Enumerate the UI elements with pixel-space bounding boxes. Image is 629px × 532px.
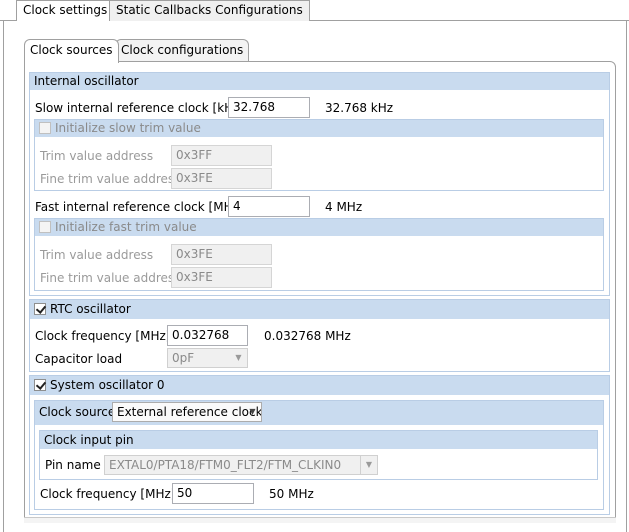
tab-clock-settings[interactable]: Clock settings (16, 0, 115, 22)
fast-fine-trim-address-label: Fine trim value address (40, 271, 181, 285)
horizontal-scroll-edge (24, 517, 616, 523)
system-oscillator-checkbox[interactable] (34, 379, 46, 391)
clock-source-select[interactable]: External reference clock ▼ (112, 402, 262, 422)
system-oscillator-header: System oscillator 0 (30, 376, 609, 395)
rtc-freq-label: Clock frequency [MHz] (35, 329, 171, 343)
pin-name-label: Pin name (45, 458, 101, 472)
sys-freq-readout: 50 MHz (269, 487, 314, 501)
rtc-oscillator-title: RTC oscillator (50, 302, 131, 316)
slow-irc-label: Slow internal reference clock [kHz] (35, 101, 245, 115)
sys-freq-input[interactable]: 50 (172, 483, 254, 504)
capacitor-load-label: Capacitor load (35, 352, 123, 366)
rtc-freq-input[interactable]: 0.032768 (167, 325, 248, 346)
pin-name-value: EXTAL0/PTA18/FTM0_FLT2/FTM_CLKIN0 (109, 458, 342, 472)
tab-static-callbacks[interactable]: Static Callbacks Configurations (109, 0, 310, 21)
slow-irc-readout: 32.768 kHz (325, 101, 394, 115)
slow-fine-trim-address-label: Fine trim value address (40, 172, 181, 186)
capacitor-load-select[interactable]: 0pF ▼ (167, 348, 248, 368)
sys-freq-label: Clock frequency [MHz] (40, 487, 176, 501)
tab-clock-sources[interactable]: Clock sources (24, 39, 119, 63)
slow-trim-address-input[interactable]: 0x3FF (171, 145, 272, 166)
rtc-freq-readout: 0.032768 MHz (264, 329, 351, 343)
slow-trim-checkbox-label: Initialize slow trim value (55, 121, 201, 135)
slow-fine-trim-address-input[interactable]: 0x3FE (171, 168, 272, 189)
pin-name-select[interactable]: EXTAL0/PTA18/FTM0_FLT2/FTM_CLKIN0 ▼ (104, 455, 378, 475)
fast-irc-readout: 4 MHz (325, 200, 363, 214)
fast-trim-header: Initialize fast trim value (35, 219, 603, 236)
fast-fine-trim-address-input[interactable]: 0x3FE (171, 267, 272, 288)
system-oscillator-title: System oscillator 0 (50, 378, 165, 392)
clock-source-value: External reference clock (117, 405, 262, 419)
clock-input-pin-header: Clock input pin (40, 431, 597, 449)
capacitor-load-value: 0pF (172, 351, 195, 365)
rtc-oscillator-checkbox[interactable] (34, 303, 46, 315)
slow-irc-input[interactable]: 32.768 (228, 97, 310, 118)
fast-trim-checkbox-label: Initialize fast trim value (55, 220, 197, 234)
internal-oscillator-header: Internal oscillator (30, 73, 609, 90)
fast-trim-address-label: Trim value address (40, 248, 154, 262)
slow-trim-address-label: Trim value address (40, 149, 154, 163)
fast-trim-address-input[interactable]: 0x3FE (171, 244, 272, 265)
tab-clock-configurations[interactable]: Clock configurations (115, 39, 250, 61)
slow-trim-checkbox[interactable] (39, 122, 51, 134)
chevron-down-icon: ▼ (360, 456, 377, 474)
slow-trim-header: Initialize slow trim value (35, 120, 603, 137)
fast-irc-input[interactable]: 4 (228, 196, 310, 217)
clock-source-label: Clock source (39, 405, 116, 419)
fast-trim-checkbox[interactable] (39, 221, 51, 233)
rtc-oscillator-header: RTC oscillator (30, 300, 609, 319)
chevron-down-icon: ▼ (235, 353, 242, 362)
chevron-down-icon: ▼ (249, 407, 256, 416)
fast-irc-label: Fast internal reference clock [MHz] (35, 200, 244, 214)
